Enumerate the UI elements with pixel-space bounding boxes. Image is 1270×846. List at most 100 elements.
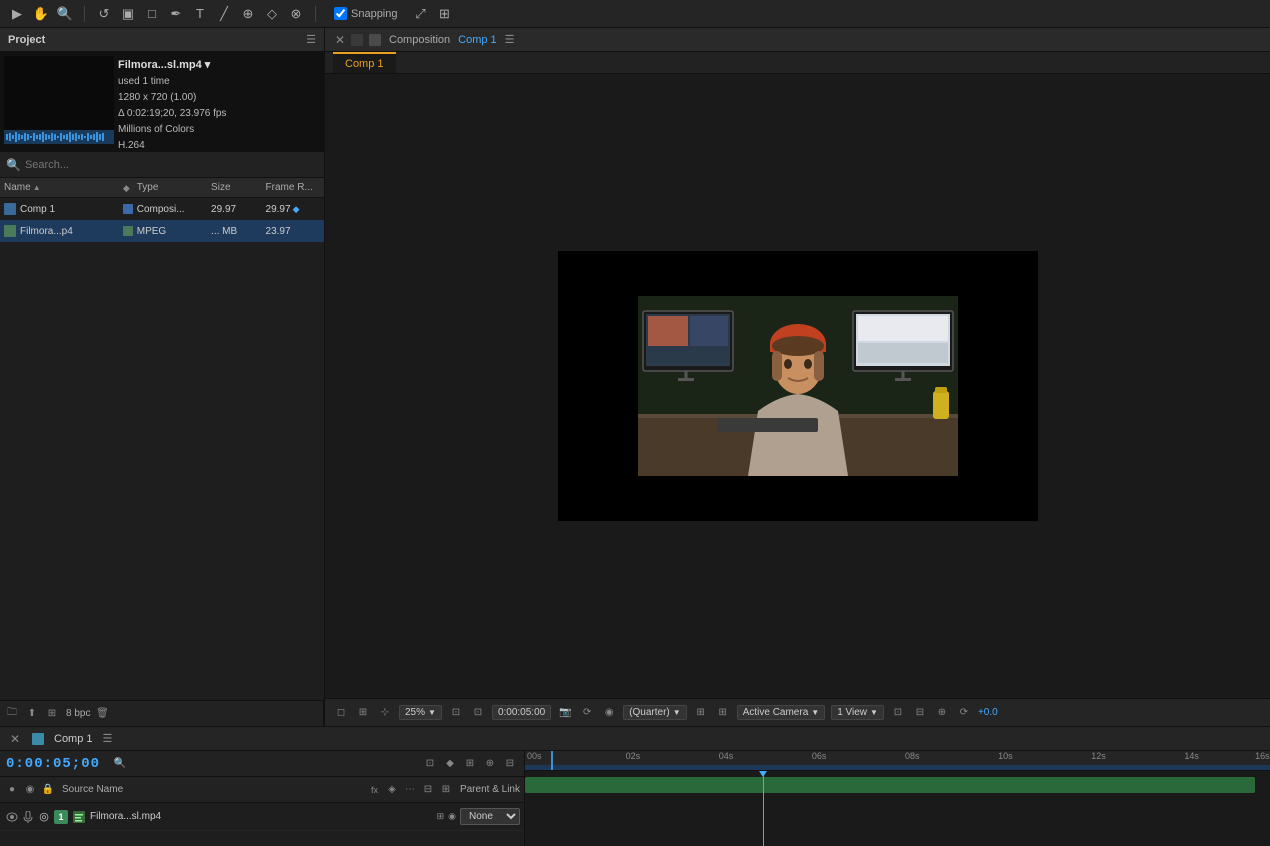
vt-comp-icon[interactable]: ⊡ — [890, 705, 906, 721]
composition-label: Composition — [389, 34, 450, 46]
shape-tool[interactable]: □ — [143, 5, 161, 23]
row-name-filmora: Filmora...p4 — [4, 225, 123, 237]
new-folder-icon[interactable]: 🗀 — [4, 706, 20, 722]
asset-thumbnail — [4, 56, 114, 144]
vt-fit-icon[interactable]: ⊡ — [448, 705, 464, 721]
top-toolbar: ▶ ✋ 🔍 ↺ ▣ □ ✒ T ╱ ⊕ ◇ ⊗ Snapping ⤢ ⊞ — [0, 0, 1270, 28]
tl-graph-icon[interactable]: ⊞ — [462, 756, 478, 772]
zoom-dropdown[interactable]: 25% ▼ — [399, 705, 442, 720]
vt-frame-icon[interactable]: ⊡ — [470, 705, 486, 721]
timeline-timecode[interactable]: 0:00:05;00 — [6, 756, 100, 772]
project-panel: Project ☰ — [0, 28, 325, 726]
pen-tool[interactable]: ✒ — [167, 5, 185, 23]
source-name-col: Source Name — [62, 784, 365, 795]
timeline-controls: 0:00:05;00 🔍 ⊡ ◆ ⊞ ⊕ ⊟ — [0, 751, 524, 777]
rotate-tool[interactable]: ↺ — [95, 5, 113, 23]
timeline-track-row: ◎ 1 Filmora...sl.mp4 ⊞ ◉ — [0, 803, 524, 831]
timeline-right: 00s 02s 04s 06s 08s 10s 12s 14s 16s — [525, 751, 1270, 846]
row-type-comp1: Composi... — [137, 204, 211, 215]
tl-modes-icon[interactable]: ⊞ — [438, 782, 454, 798]
th-fps: Frame R... — [266, 182, 320, 193]
select-tool[interactable]: ▶ — [8, 5, 26, 23]
vt-render-icon[interactable]: ⊟ — [912, 705, 928, 721]
blend-none-label: ◉ — [448, 811, 456, 822]
vt-reset-icon[interactable]: ⟳ — [956, 705, 972, 721]
quality-arrow: ▼ — [673, 708, 681, 717]
timecode-display[interactable]: 0:00:05:00 — [492, 705, 551, 720]
asset-used: used 1 time — [118, 75, 320, 89]
eraser-tool[interactable]: ◇ — [263, 5, 281, 23]
timeline-menu-icon[interactable]: ☰ — [103, 732, 113, 745]
blend-mode-select[interactable]: None Normal Add — [460, 808, 520, 825]
brush-tool[interactable]: ╱ — [215, 5, 233, 23]
track-column-header: ● ◉ 🔒 Source Name fx ◈ ⋯ ⊟ ⊞ Parent & Li… — [0, 777, 524, 803]
comp-name-header: Comp 1 — [458, 34, 497, 46]
playhead[interactable] — [763, 771, 764, 846]
vt-3d-icon[interactable]: ⊕ — [934, 705, 950, 721]
search-icon: 🔍 — [6, 158, 21, 172]
tl-mode-icon[interactable]: ⊡ — [422, 756, 438, 772]
parent-link-col: Parent & Link — [460, 784, 520, 795]
vt-camera-snapshot[interactable]: 📷 — [557, 705, 573, 721]
project-menu-icon[interactable]: ☰ — [306, 33, 316, 46]
asset-delta: Δ 0:02:19;20, 23.976 fps — [118, 107, 320, 121]
puppet-tool[interactable]: ⊗ — [287, 5, 305, 23]
vt-grid-icon[interactable]: ⊞ — [355, 705, 371, 721]
tl-motion-icon[interactable]: ⊟ — [502, 756, 518, 772]
comp-viewer-area — [325, 74, 1270, 698]
vt-full-icon[interactable]: ⊞ — [693, 705, 709, 721]
project-bottom-toolbar: 🗀 ⬆ ⊞ 8 bpc 🗑 — [0, 700, 324, 726]
zoom-tool[interactable]: 🔍 — [56, 5, 74, 23]
views-dropdown[interactable]: 1 View ▼ — [831, 705, 884, 720]
row-name-comp1: Comp 1 — [4, 203, 123, 215]
timeline-ruler[interactable]: 00s 02s 04s 06s 08s 10s 12s 14s 16s — [525, 751, 1270, 771]
viewer-toolbar: ◻ ⊞ ⊹ 25% ▼ ⊡ ⊡ 0:00:05:00 📷 ⟳ ◉ (Quarte… — [325, 698, 1270, 726]
vt-sync-icon[interactable]: ⟳ — [579, 705, 595, 721]
expand-tool[interactable]: ⤢ — [412, 5, 430, 23]
trash-icon[interactable]: 🗑 — [94, 706, 110, 722]
table-row-filmora[interactable]: Filmora...p4 MPEG ... MB 23.97 — [0, 220, 324, 242]
track-bar[interactable] — [525, 777, 1255, 793]
clone-tool[interactable]: ⊕ — [239, 5, 257, 23]
composition-panel: ✕ Composition Comp 1 ☰ Comp 1 — [325, 28, 1270, 726]
search-input[interactable] — [25, 159, 318, 171]
grid-tool[interactable]: ⊞ — [436, 5, 454, 23]
timeline-header: ✕ Comp 1 ☰ — [0, 727, 1270, 751]
new-comp-icon[interactable]: ⊞ — [44, 706, 60, 722]
import-icon[interactable]: ⬆ — [24, 706, 40, 722]
tl-dots-icon[interactable]: ⋯ — [402, 782, 418, 798]
comp-panel-header: ✕ Composition Comp 1 ☰ — [325, 28, 1270, 52]
tl-flow-icon[interactable]: ⊕ — [482, 756, 498, 772]
tl-search-icon[interactable]: 🔍 — [112, 756, 128, 772]
th-type: Type — [137, 182, 211, 193]
comp-canvas — [558, 251, 1038, 521]
asset-resolution: 1280 x 720 (1.00) — [118, 91, 320, 105]
asset-colors: Millions of Colors — [118, 123, 320, 137]
timeline-track-area[interactable] — [525, 771, 1270, 846]
comp-menu-icon[interactable]: ☰ — [505, 33, 515, 46]
quality-dropdown[interactable]: (Quarter) ▼ — [623, 705, 686, 720]
snapping-label: Snapping — [351, 8, 398, 20]
track-audio-icon[interactable] — [20, 811, 36, 823]
tl-switches-icon[interactable]: ⊟ — [420, 782, 436, 798]
track-eye-icon[interactable] — [4, 812, 20, 822]
vt-snap-icon[interactable]: ◻ — [333, 705, 349, 721]
table-row[interactable]: Comp 1 Composi... 29.97 29.97 ◆ — [0, 198, 324, 220]
track-solo-icon[interactable]: ◎ — [36, 810, 52, 823]
camera-dropdown[interactable]: Active Camera ▼ — [737, 705, 826, 720]
hand-tool[interactable]: ✋ — [32, 5, 50, 23]
comp-close-btn[interactable]: ✕ — [333, 33, 347, 47]
vt-color-icon[interactable]: ◉ — [601, 705, 617, 721]
vt-display-icon[interactable]: ⊞ — [715, 705, 731, 721]
tl-expand-icon[interactable]: ◈ — [384, 782, 400, 798]
text-tool[interactable]: T — [191, 5, 209, 23]
video-tool[interactable]: ▣ — [119, 5, 137, 23]
timeline-close-btn[interactable]: ✕ — [8, 732, 22, 746]
vt-guide-icon[interactable]: ⊹ — [377, 705, 393, 721]
snapping-checkbox[interactable] — [334, 7, 347, 20]
th-label-icon: ◆ — [123, 182, 137, 194]
comp-tab-comp1[interactable]: Comp 1 — [333, 52, 396, 73]
ruler-04s: 04s — [719, 751, 734, 761]
tl-keyframe-icon[interactable]: ◆ — [442, 756, 458, 772]
asset-info: Filmora...sl.mp4 ▾ used 1 time 1280 x 72… — [118, 56, 320, 148]
